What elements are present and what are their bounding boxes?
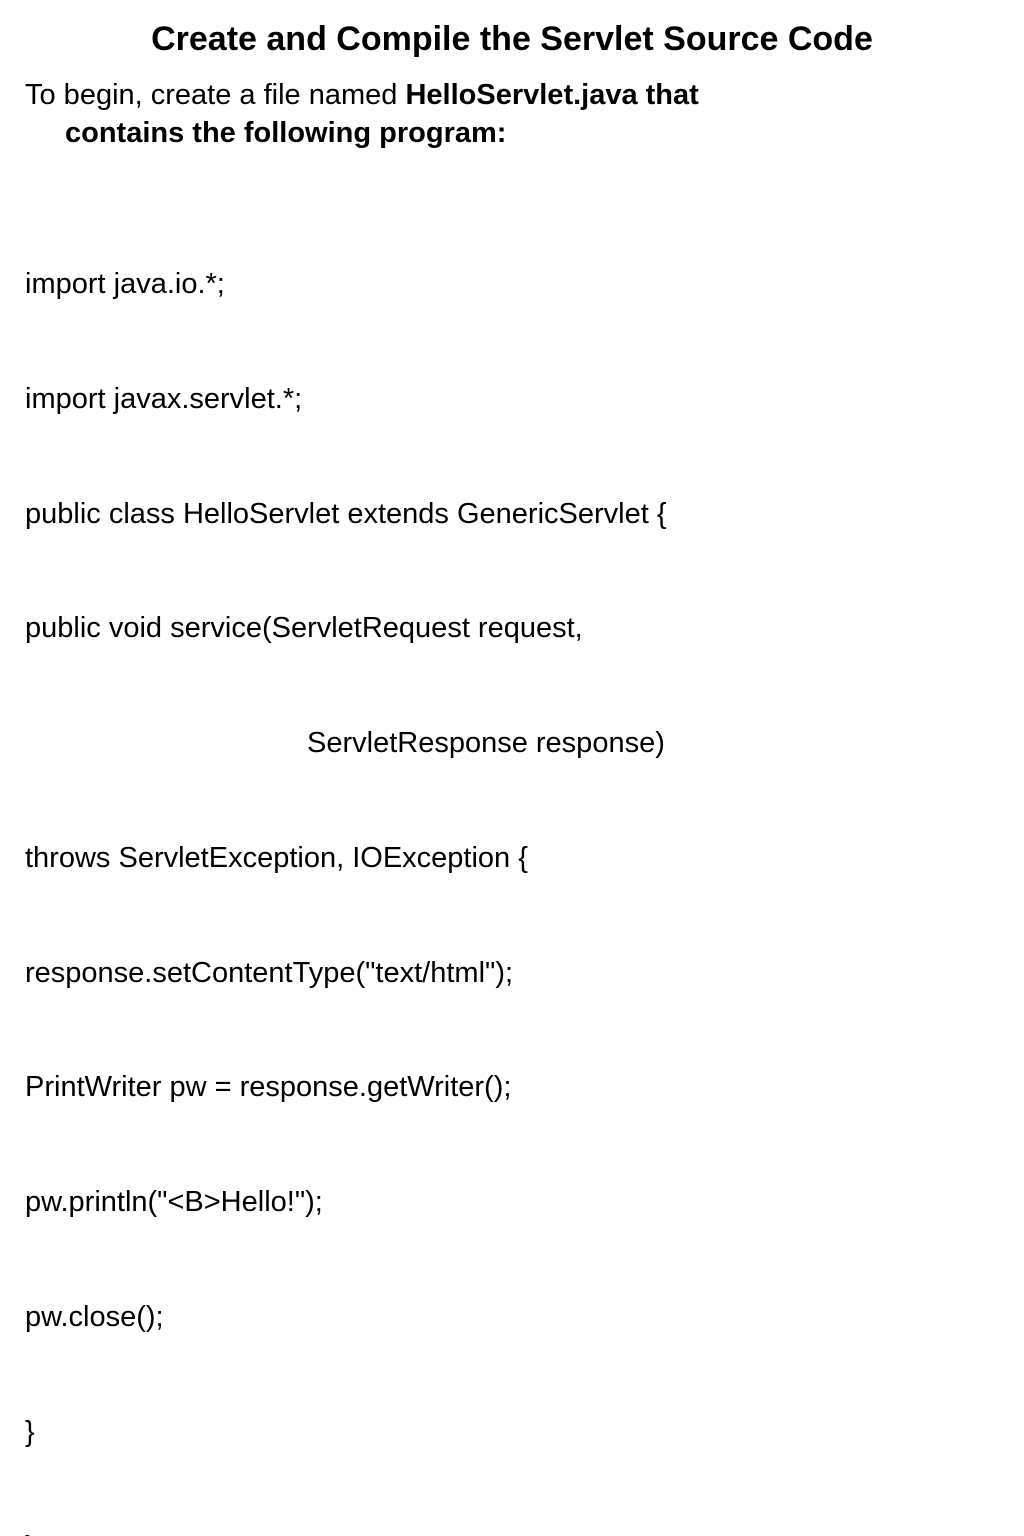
intro-bold-filename: HelloServlet.java that bbox=[405, 79, 698, 111]
slide-title: Create and Compile the Servlet Source Co… bbox=[25, 20, 999, 59]
code-line: pw.println("<B>Hello!"); bbox=[25, 1183, 999, 1221]
code-line: throws ServletException, IOException { bbox=[25, 839, 999, 877]
intro-paragraph: To begin, create a file named HelloServl… bbox=[25, 77, 999, 152]
code-line: } bbox=[25, 1413, 999, 1451]
intro-bold-line2: contains the following program: bbox=[25, 115, 506, 153]
code-block: import java.io.*; import javax.servlet.*… bbox=[25, 188, 999, 1536]
code-line: import java.io.*; bbox=[25, 265, 999, 303]
code-line: public class HelloServlet extends Generi… bbox=[25, 495, 999, 533]
code-line: } bbox=[25, 1528, 999, 1536]
code-line: response.setContentType("text/html"); bbox=[25, 954, 999, 992]
intro-prefix: To begin, create a file named bbox=[25, 79, 405, 111]
code-line: public void service(ServletRequest reque… bbox=[25, 609, 999, 647]
code-line: import javax.servlet.*; bbox=[25, 380, 999, 418]
slide-container: Create and Compile the Servlet Source Co… bbox=[0, 0, 1024, 1536]
code-line: PrintWriter pw = response.getWriter(); bbox=[25, 1068, 999, 1106]
code-line: ServletResponse response) bbox=[25, 724, 999, 762]
code-line: pw.close(); bbox=[25, 1298, 999, 1336]
